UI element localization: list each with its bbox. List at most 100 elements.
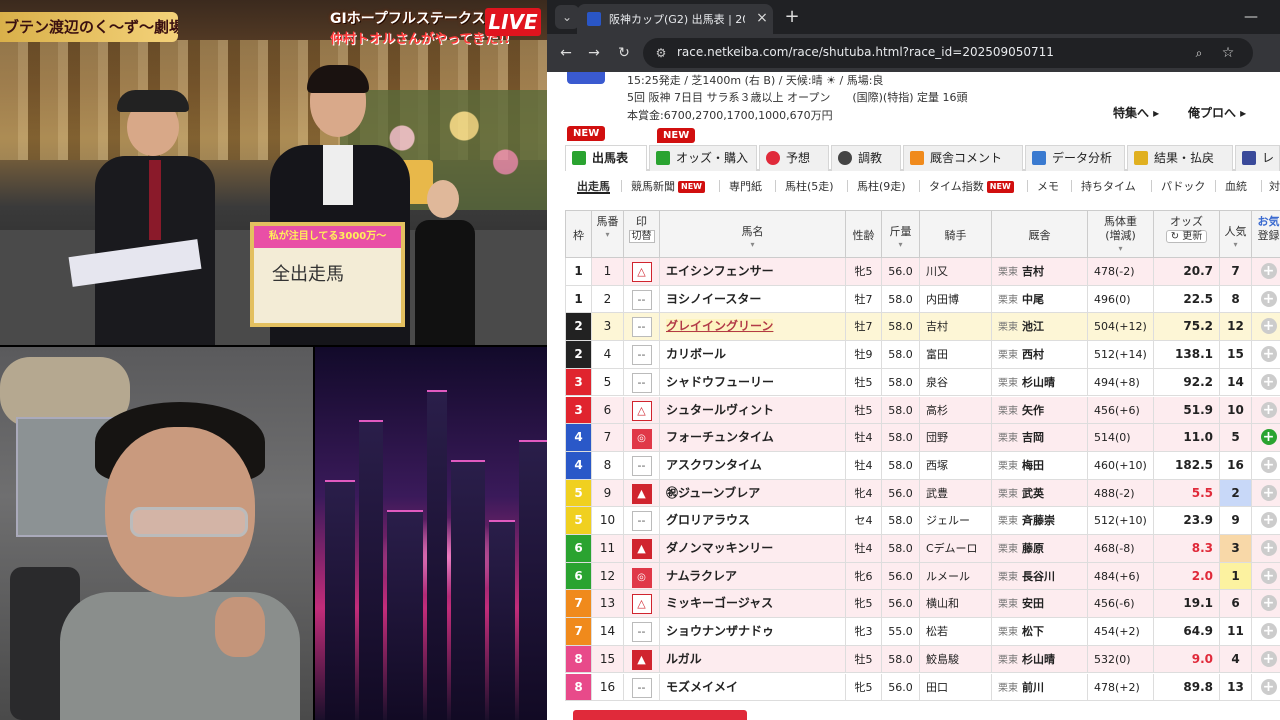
jockey-link[interactable]: 団野 xyxy=(920,424,992,451)
trainer-link[interactable]: 池江 xyxy=(1022,320,1044,333)
prediction-mark[interactable]: ◎ xyxy=(631,567,652,588)
trainer-link[interactable]: 安田 xyxy=(1022,597,1044,610)
mark-selector[interactable]: -- xyxy=(624,451,660,479)
horse-name-cell[interactable]: フォーチュンタイム xyxy=(660,424,846,451)
jockey-link[interactable]: 横山和 xyxy=(920,590,992,618)
bookmark-star-icon[interactable]: ☆ xyxy=(1219,44,1237,62)
prediction-mark[interactable]: △ xyxy=(631,400,652,421)
mark-selector[interactable]: -- xyxy=(624,341,660,368)
trainer-link[interactable]: 吉村 xyxy=(1022,265,1044,278)
horse-name-link[interactable]: アスクワンタイム xyxy=(666,458,762,472)
mark-selector[interactable]: △ xyxy=(624,590,660,618)
mark-selector[interactable]: -- xyxy=(624,368,660,396)
trainer-link[interactable]: 前川 xyxy=(1022,681,1044,694)
prediction-mark[interactable]: -- xyxy=(631,289,652,310)
trainer-link[interactable]: 梅田 xyxy=(1022,459,1044,472)
site-info-icon[interactable]: ⚙ xyxy=(653,45,669,61)
horse-name-link[interactable]: フォーチュンタイム xyxy=(666,430,774,444)
horse-name-link[interactable]: カリボール xyxy=(666,347,726,361)
subtab-mochi-time[interactable]: 持ちタイム xyxy=(1081,178,1136,194)
prediction-mark[interactable]: -- xyxy=(631,455,652,476)
horse-name-link[interactable]: エイシンフェンサー xyxy=(666,264,774,278)
subtab-time-index[interactable]: タイム指数 NEW xyxy=(929,178,1014,194)
add-favorite-icon[interactable]: + xyxy=(1260,595,1277,612)
jockey-link[interactable]: 内田博 xyxy=(920,285,992,313)
header-umaban[interactable]: 馬番 ▾ xyxy=(592,211,624,259)
active-tab[interactable]: 阪神カップ(G2) 出馬表 | 2025年！ × xyxy=(577,4,773,34)
add-favorite-icon[interactable]: + xyxy=(1260,456,1277,473)
tab-yoso[interactable]: 予想 xyxy=(759,145,829,171)
jockey-link[interactable]: ジェルー xyxy=(920,507,992,534)
prediction-mark[interactable]: -- xyxy=(631,372,652,393)
horse-name-link[interactable]: グロリアラウス xyxy=(666,513,750,527)
jockey-link[interactable]: 田口 xyxy=(920,673,992,701)
tab-odds[interactable]: オッズ・購入 xyxy=(649,145,757,171)
add-favorite-icon[interactable]: + xyxy=(1260,678,1277,695)
jockey-link[interactable]: 川又 xyxy=(920,258,992,285)
horse-name-link[interactable]: ヨシノイースター xyxy=(666,292,761,306)
header-ninki[interactable]: 人気 ▾ xyxy=(1220,211,1252,259)
horse-name-link[interactable]: ダノンマッキンリー xyxy=(666,541,773,555)
prediction-mark[interactable]: -- xyxy=(631,317,652,338)
horse-name-link[interactable]: グレイイングリーン xyxy=(666,319,774,334)
add-favorite-icon[interactable]: + xyxy=(1260,373,1277,390)
add-favorite-icon[interactable]: + xyxy=(1260,318,1277,335)
mark-selector[interactable]: -- xyxy=(624,618,660,645)
jockey-link[interactable]: 武豊 xyxy=(920,479,992,507)
prediction-mark[interactable]: -- xyxy=(631,511,652,532)
jockey-link[interactable]: Cデムーロ xyxy=(920,535,992,562)
minimize-window-button[interactable]: — xyxy=(1240,6,1262,28)
add-favorite-icon[interactable]: + xyxy=(1260,567,1277,584)
tab-comments[interactable]: 厩舎コメント xyxy=(903,145,1023,171)
trainer-link[interactable]: 斉藤崇 xyxy=(1022,514,1055,527)
subtab-umabashira5[interactable]: 馬柱(5走) xyxy=(785,178,834,194)
jockey-link[interactable]: 松若 xyxy=(920,618,992,645)
horse-name-cell[interactable]: ショウナンザナドゥ xyxy=(660,618,846,645)
header-horse-name[interactable]: 馬名 ▾ xyxy=(660,211,846,259)
add-favorite-icon[interactable]: + xyxy=(1260,429,1277,446)
mark-selector[interactable]: ▲ xyxy=(624,479,660,507)
orepro-link[interactable]: 俺プロへ ▸ xyxy=(1188,104,1268,120)
mark-selector[interactable]: ▲ xyxy=(624,535,660,562)
horse-name-cell[interactable]: カリボール xyxy=(660,341,846,368)
mark-selector[interactable]: ◎ xyxy=(624,424,660,451)
subtab-memo[interactable]: メモ xyxy=(1037,178,1059,194)
subtab-horses[interactable]: 出走馬 xyxy=(577,178,610,194)
mark-selector[interactable]: △ xyxy=(624,258,660,285)
tab-results[interactable]: 結果・払戻 xyxy=(1127,145,1233,171)
jockey-link[interactable]: 吉村 xyxy=(920,313,992,341)
mark-selector[interactable]: ◎ xyxy=(624,562,660,590)
prediction-mark[interactable]: -- xyxy=(631,622,652,643)
trainer-link[interactable]: 長谷川 xyxy=(1022,570,1055,583)
trainer-link[interactable]: 杉山晴 xyxy=(1022,653,1055,666)
subtab-senmon[interactable]: 専門紙 xyxy=(729,178,762,194)
url-text[interactable]: race.netkeiba.com/race/shutuba.html?race… xyxy=(677,45,1177,61)
tab-search-button[interactable]: ⌄ xyxy=(555,5,579,29)
horse-name-cell[interactable]: ダノンマッキンリー xyxy=(660,535,846,562)
horse-name-cell[interactable]: ミッキーゴージャス xyxy=(660,590,846,618)
add-favorite-icon[interactable]: + xyxy=(1260,290,1277,307)
jockey-link[interactable]: ルメール xyxy=(920,562,992,590)
horse-name-link[interactable]: ナムラクレア xyxy=(666,569,737,583)
horse-name-cell[interactable]: グロリアラウス xyxy=(660,507,846,534)
tab-shutuba[interactable]: 出馬表 xyxy=(565,145,647,171)
horse-name-cell[interactable]: ルガル xyxy=(660,645,846,673)
forward-arrow-icon[interactable]: → xyxy=(583,42,605,64)
jockey-link[interactable]: 富田 xyxy=(920,341,992,368)
add-favorite-icon[interactable]: + xyxy=(1260,512,1277,529)
header-odds[interactable]: オッズ ↻ 更新 xyxy=(1154,211,1220,259)
header-weight[interactable]: 斤量 ▾ xyxy=(882,211,920,259)
horse-name-link[interactable]: シュタールヴィント xyxy=(666,403,774,417)
address-bar[interactable]: ⚙ race.netkeiba.com/race/shutuba.html?ra… xyxy=(643,38,1253,68)
header-mark[interactable]: 印切替 xyxy=(624,211,660,259)
odds-refresh-button[interactable]: ↻ 更新 xyxy=(1165,230,1208,243)
horse-name-cell[interactable]: アスクワンタイム xyxy=(660,451,846,479)
subtab-umabashira9[interactable]: 馬柱(9走) xyxy=(857,178,906,194)
horse-name-cell[interactable]: グレイイングリーン xyxy=(660,313,846,341)
back-arrow-icon[interactable]: ← xyxy=(555,42,577,64)
subtab-paddock[interactable]: パドック xyxy=(1161,178,1205,194)
jockey-link[interactable]: 高杉 xyxy=(920,396,992,424)
jockey-link[interactable]: 泉谷 xyxy=(920,368,992,396)
mark-selector[interactable]: -- xyxy=(624,507,660,534)
horse-name-link[interactable]: ショウナンザナドゥ xyxy=(666,624,774,638)
